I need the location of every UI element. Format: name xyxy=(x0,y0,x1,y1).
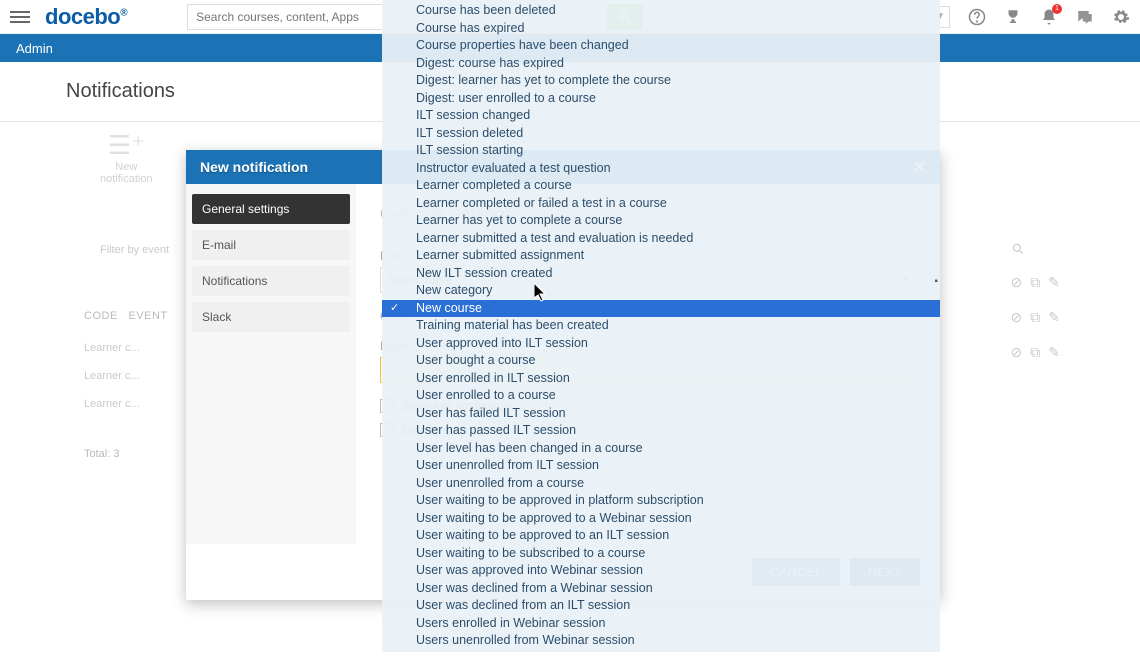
notification-badge: 1 xyxy=(1052,4,1062,14)
dropdown-item[interactable]: New category xyxy=(382,282,940,300)
dropdown-item[interactable]: Learner completed or failed a test in a … xyxy=(382,195,940,213)
table-row: Learner c... xyxy=(84,362,140,390)
table-row: Learner c... xyxy=(84,390,140,418)
dropdown-item[interactable]: User bought a course xyxy=(382,352,940,370)
dropdown-item[interactable]: Digest: user enrolled to a course xyxy=(382,90,940,108)
copy-icon[interactable]: ⧉ xyxy=(1030,274,1040,291)
dropdown-item[interactable]: User enrolled in ILT session xyxy=(382,370,940,388)
modal-title: New notification xyxy=(200,159,308,175)
dropdown-item[interactable]: User was approved into Webinar session xyxy=(382,562,940,580)
table-rows: Learner c... Learner c... Learner c... xyxy=(84,334,140,418)
dropdown-item[interactable]: Course properties have been changed xyxy=(382,37,940,55)
toggle-icon[interactable]: ⊘ xyxy=(1011,344,1023,361)
dropdown-item[interactable]: User level has been changed in a course xyxy=(382,440,940,458)
dropdown-item[interactable]: User has passed ILT session xyxy=(382,422,940,440)
bell-icon[interactable]: 1 xyxy=(1040,8,1058,26)
logo: docebo® xyxy=(45,4,127,30)
table-header: CODE EVENT xyxy=(84,310,168,322)
row-actions: ⊘ ⧉ ✎ xyxy=(1011,309,1060,326)
dropdown-item[interactable]: User waiting to be approved to a Webinar… xyxy=(382,510,940,528)
trophy-icon[interactable] xyxy=(1004,8,1022,26)
edit-icon[interactable]: ✎ xyxy=(1048,309,1060,326)
admin-label: Admin xyxy=(16,41,53,56)
dropdown-item[interactable]: User unenrolled from ILT session xyxy=(382,457,940,475)
dropdown-item[interactable]: Learner completed a course xyxy=(382,177,940,195)
toggle-icon[interactable]: ⊘ xyxy=(1011,274,1023,291)
dropdown-item[interactable]: Users unenrolled from Webinar session xyxy=(382,632,940,650)
dropdown-item[interactable]: Course has expired xyxy=(382,20,940,38)
table-row: Learner c... xyxy=(84,334,140,362)
dropdown-item[interactable]: Course has been deleted xyxy=(382,2,940,20)
dropdown-item[interactable]: User was declined from a Webinar session xyxy=(382,580,940,598)
dropdown-item-selected[interactable]: New course xyxy=(382,300,940,318)
gear-icon[interactable] xyxy=(1112,8,1130,26)
dropdown-item[interactable]: ILT session starting xyxy=(382,142,940,160)
dropdown-item[interactable]: User enrolled to a course xyxy=(382,387,940,405)
dropdown-item[interactable]: Webinar session changed xyxy=(382,650,940,653)
dropdown-item[interactable]: Users enrolled in Webinar session xyxy=(382,615,940,633)
dropdown-item[interactable]: New ILT session created xyxy=(382,265,940,283)
edit-icon[interactable]: ✎ xyxy=(1048,274,1060,291)
help-icon[interactable] xyxy=(968,8,986,26)
toggle-icon[interactable]: ⊘ xyxy=(1011,309,1023,326)
edit-icon[interactable]: ✎ xyxy=(1048,344,1060,361)
row-actions: ⊘ ⧉ ✎ xyxy=(1011,274,1060,291)
dropdown-item[interactable]: User waiting to be approved in platform … xyxy=(382,492,940,510)
table-total: Total: 3 xyxy=(84,448,119,460)
scroll-handle-icon[interactable]: ▪ xyxy=(934,276,938,287)
dropdown-item[interactable]: User was declined from an ILT session xyxy=(382,597,940,615)
dropdown-item[interactable]: User has failed ILT session xyxy=(382,405,940,423)
sidebar-item-notifications[interactable]: Notifications xyxy=(192,266,350,296)
copy-icon[interactable]: ⧉ xyxy=(1030,344,1040,361)
row-actions-column: ⊘ ⧉ ✎ ⊘ ⧉ ✎ ⊘ ⧉ ✎ xyxy=(1011,242,1060,361)
sidebar-item-general[interactable]: General settings xyxy=(192,194,350,224)
list-add-icon: ☰⁺ xyxy=(100,130,153,161)
new-notification-card[interactable]: ☰⁺ New notification xyxy=(100,130,153,185)
row-actions: ⊘ ⧉ ✎ xyxy=(1011,344,1060,361)
dropdown-item[interactable]: Digest: learner has yet to complete the … xyxy=(382,72,940,90)
dropdown-item[interactable]: Training material has been created xyxy=(382,317,940,335)
dropdown-item[interactable]: Instructor evaluated a test question xyxy=(382,160,940,178)
dropdown-item[interactable]: Digest: course has expired xyxy=(382,55,940,73)
dropdown-item[interactable]: User waiting to be approved to an ILT se… xyxy=(382,527,940,545)
dropdown-item[interactable]: Learner submitted a test and evaluation … xyxy=(382,230,940,248)
copy-icon[interactable]: ⧉ xyxy=(1030,309,1040,326)
sidebar-item-slack[interactable]: Slack xyxy=(192,302,350,332)
dropdown-item[interactable]: ILT session deleted xyxy=(382,125,940,143)
search-icon[interactable] xyxy=(1011,242,1025,256)
dropdown-item[interactable]: User waiting to be subscribed to a cours… xyxy=(382,545,940,563)
event-dropdown[interactable]: Course has been deletedCourse has expire… xyxy=(382,0,940,652)
menu-icon[interactable] xyxy=(10,7,30,27)
filter-label: Filter by event xyxy=(100,244,169,256)
dropdown-item[interactable]: ILT session changed xyxy=(382,107,940,125)
dropdown-item[interactable]: User approved into ILT session xyxy=(382,335,940,353)
chat-icon[interactable] xyxy=(1076,8,1094,26)
dropdown-item[interactable]: Learner has yet to complete a course xyxy=(382,212,940,230)
sidebar-item-email[interactable]: E-mail xyxy=(192,230,350,260)
dropdown-item[interactable]: User unenrolled from a course xyxy=(382,475,940,493)
dropdown-item[interactable]: Learner submitted assignment xyxy=(382,247,940,265)
modal-sidebar: General settings E-mail Notifications Sl… xyxy=(186,184,356,544)
